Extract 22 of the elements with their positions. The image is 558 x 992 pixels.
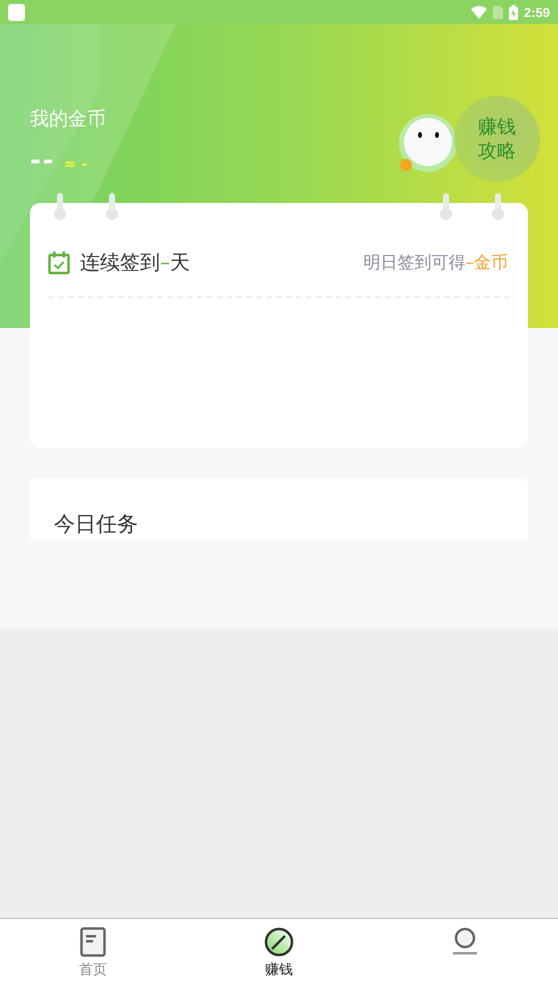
nav-tab[interactable]: 赚钱 — [186, 919, 372, 992]
coins-title: 我的金币 — [30, 107, 106, 132]
gauge-icon — [264, 927, 294, 957]
notification-icon — [8, 4, 25, 20]
wifi-icon — [470, 6, 487, 18]
tomorrow-reward: 明日签到可得–金币 — [364, 252, 508, 274]
battery-icon — [508, 4, 518, 20]
binder-ring-icon — [440, 193, 452, 221]
earning-guide-button[interactable]: 赚钱攻略 — [454, 96, 540, 182]
no-sim-icon — [492, 6, 503, 18]
tasks-title: 今日任务 — [54, 511, 138, 538]
status-time: 2:59 — [524, 4, 550, 20]
coin-value: ≈ - — [64, 155, 88, 173]
checkin-streak: 连续签到–天 — [80, 249, 190, 276]
user-icon — [452, 927, 478, 957]
nav-tab[interactable]: 首页 — [0, 919, 186, 992]
document-icon — [80, 927, 106, 957]
binder-ring-icon — [492, 193, 504, 221]
binder-ring-icon — [54, 193, 66, 221]
binder-ring-icon — [106, 193, 118, 221]
coin-balance: -- — [30, 146, 56, 176]
calendar-icon — [48, 250, 70, 274]
